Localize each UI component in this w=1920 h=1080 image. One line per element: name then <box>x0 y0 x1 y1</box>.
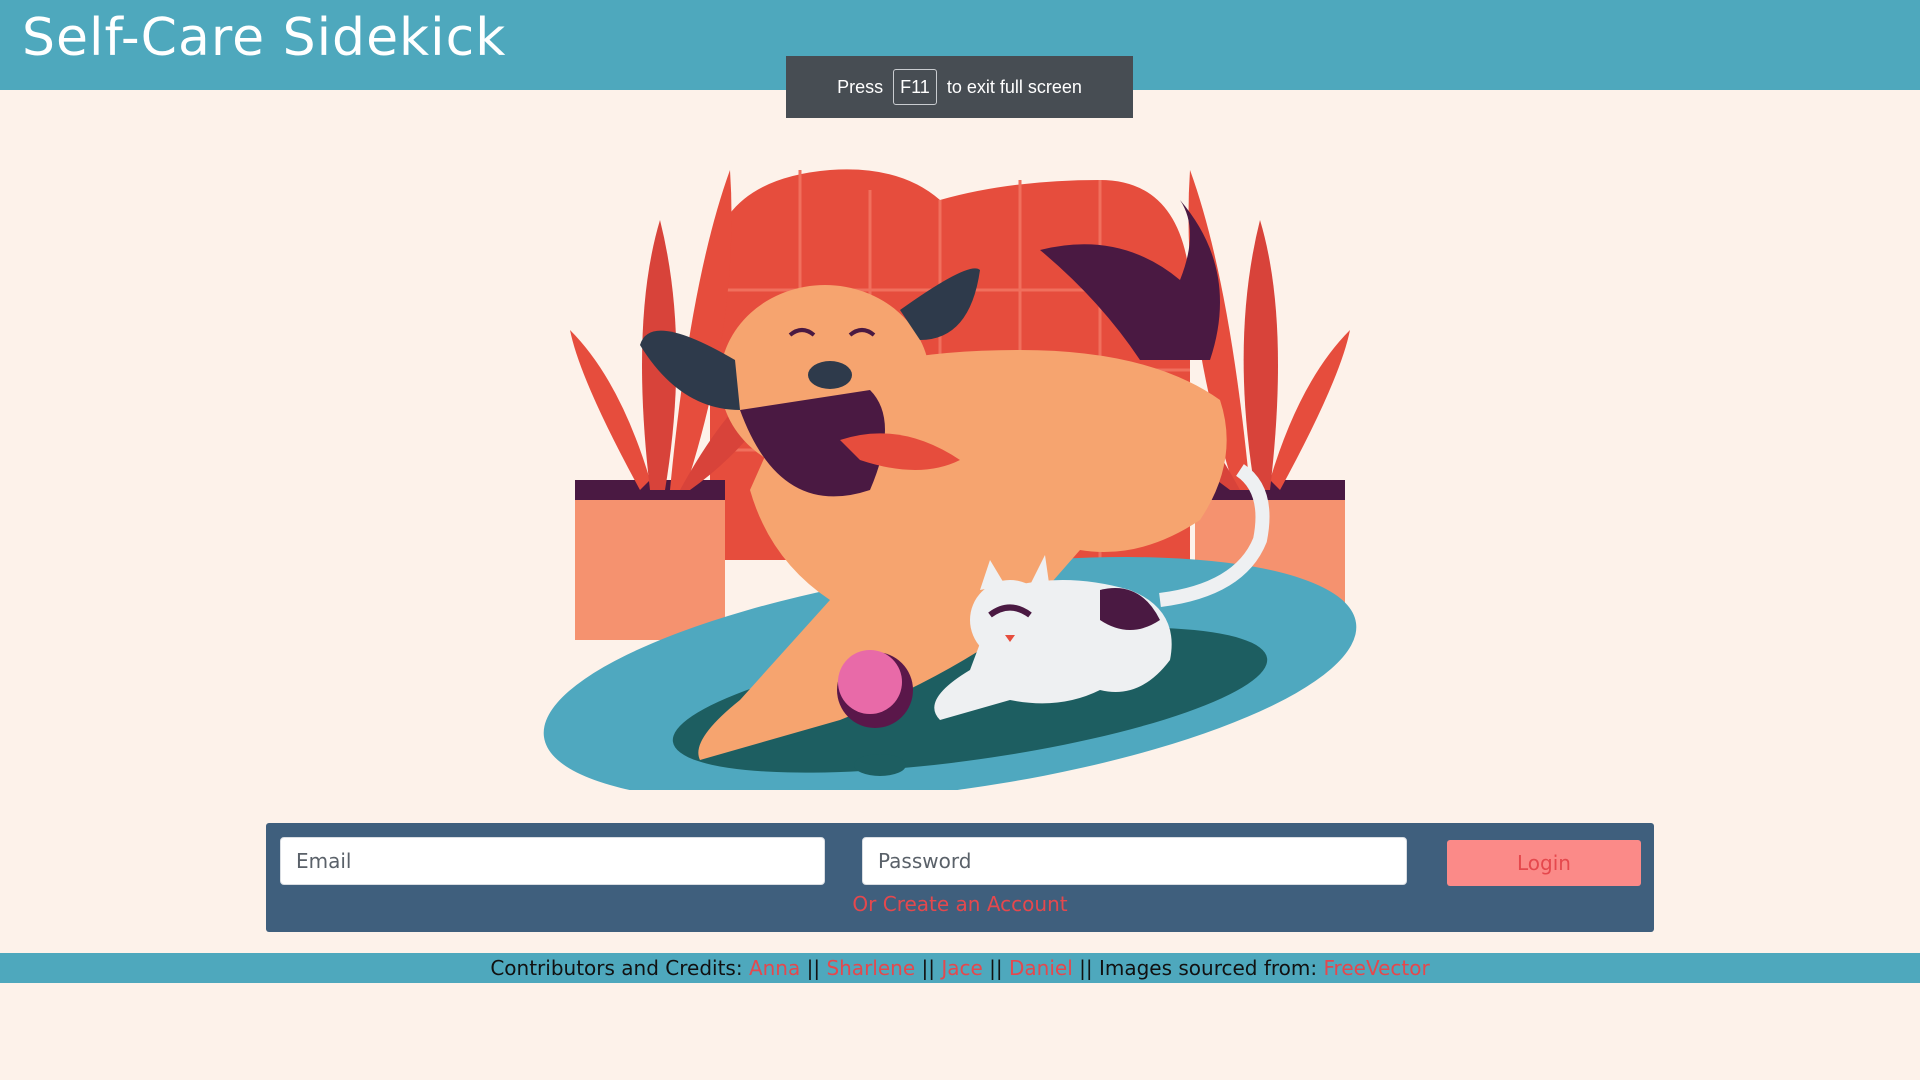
login-button[interactable]: Login <box>1447 840 1641 886</box>
site-title: Self-Care Sidekick <box>22 8 507 68</box>
fullscreen-toast: Press F11 to exit full screen <box>786 56 1133 118</box>
credits-prefix: Contributors and Credits: <box>490 956 743 980</box>
separator: || <box>989 956 1003 980</box>
left-plant-pot <box>575 480 725 640</box>
freevector-link[interactable]: FreeVector <box>1324 956 1430 980</box>
images-source-label: Images sourced from: <box>1098 956 1318 980</box>
separator: || <box>806 956 821 980</box>
contributor-link-anna[interactable]: Anna <box>749 956 800 980</box>
cat-head <box>970 580 1050 660</box>
footer-bar: Contributors and Credits: Anna || Sharle… <box>0 953 1920 983</box>
separator: || <box>1079 956 1093 980</box>
contributor-link-daniel[interactable]: Daniel <box>1009 956 1073 980</box>
f11-key-badge: F11 <box>893 69 937 105</box>
password-field[interactable] <box>862 837 1407 885</box>
toast-exit-text: to exit full screen <box>946 76 1082 97</box>
login-panel: Login Or Create an Account <box>266 823 1654 932</box>
contributor-link-jace[interactable]: Jace <box>941 956 982 980</box>
dog-and-cat-playing-illustration <box>543 169 1357 790</box>
email-field[interactable] <box>280 837 825 885</box>
create-account-link[interactable]: Or Create an Account <box>266 892 1654 916</box>
separator: || <box>921 956 935 980</box>
toast-press-text: Press <box>837 76 884 97</box>
contributor-link-sharlene[interactable]: Sharlene <box>826 956 915 980</box>
